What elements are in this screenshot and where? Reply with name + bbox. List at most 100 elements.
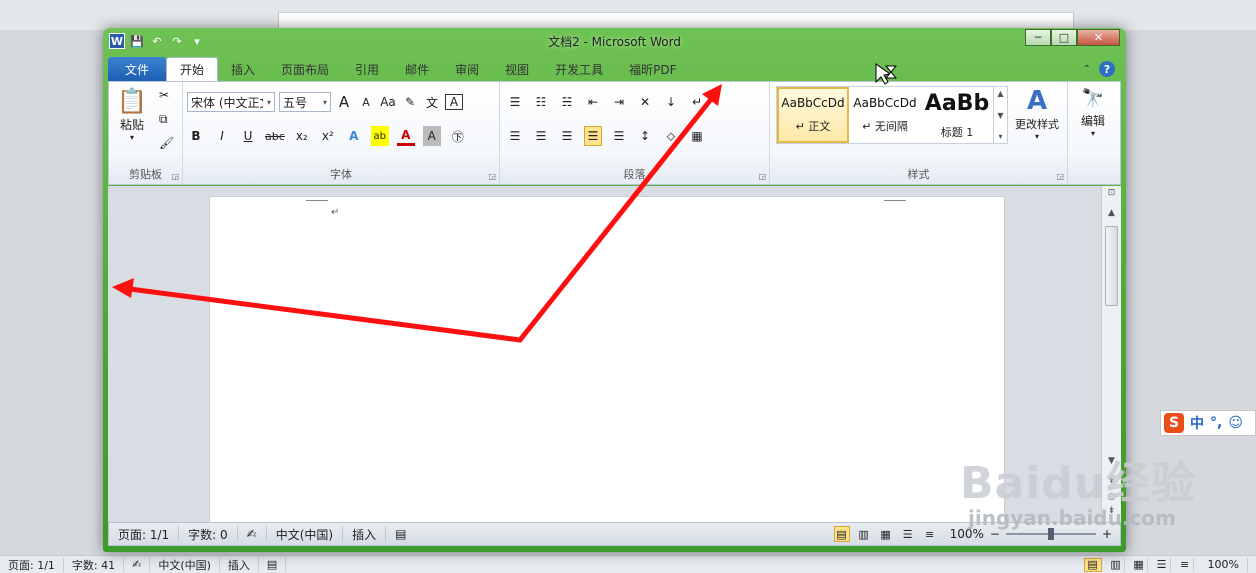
superscript-button[interactable]: x² [319, 126, 337, 146]
line-spacing-icon[interactable]: ↕ [636, 126, 654, 146]
minimize-button[interactable]: ─ [1025, 29, 1051, 46]
cut-icon[interactable]: ✂ [159, 88, 169, 102]
highlight-icon[interactable]: ab [370, 126, 389, 146]
format-painter-icon[interactable]: 🖌 [159, 136, 174, 150]
style-heading-1[interactable]: AaBb 标题 1 [921, 87, 993, 143]
maximize-button[interactable]: □ [1051, 29, 1077, 46]
style-no-spacing[interactable]: AaBbCcDd ↵ 无间隔 [849, 87, 921, 143]
ime-toolbar[interactable]: S 中 °, ☺ [1160, 410, 1256, 436]
tab-mailings[interactable]: 邮件 [392, 57, 442, 81]
increase-indent-icon[interactable]: ⇥ [610, 92, 628, 112]
spellcheck-icon[interactable]: ✍ [238, 526, 267, 542]
document-page[interactable]: ↵ [209, 196, 1005, 522]
sogou-logo-icon[interactable]: S [1164, 413, 1184, 433]
phonetic-guide-icon[interactable]: 文 [423, 92, 441, 112]
paragraph-launcher-icon[interactable]: ◲ [758, 172, 766, 181]
styles-launcher-icon[interactable]: ◲ [1056, 172, 1064, 181]
tab-developer[interactable]: 开发工具 [542, 57, 616, 81]
full-reading-icon[interactable]: ▥ [856, 526, 872, 542]
subscript-button[interactable]: x₂ [293, 126, 311, 146]
align-left-icon[interactable]: ☰ [506, 126, 524, 146]
tab-home[interactable]: 开始 [166, 57, 219, 81]
styles-gallery-scroll[interactable]: ▲ ▼ ▾ [993, 87, 1007, 143]
status-page[interactable]: 页面: 1/1 [109, 526, 180, 542]
grow-font-button[interactable]: A [335, 92, 353, 112]
align-right-icon[interactable]: ☰ [558, 126, 576, 146]
change-case-button[interactable]: Aa [379, 92, 397, 112]
shading-icon[interactable]: ⬦ [662, 126, 680, 146]
italic-button[interactable]: I [213, 126, 231, 146]
editing-button[interactable]: 🔭 编辑 ▾ [1072, 86, 1114, 138]
shrink-font-button[interactable]: A [357, 92, 375, 112]
ime-language[interactable]: 中 [1190, 413, 1204, 433]
chinese-layout-icon[interactable]: ✕ [636, 92, 654, 112]
gallery-up-icon[interactable]: ▲ [997, 89, 1003, 98]
distributed-icon[interactable]: ☰ [610, 126, 628, 146]
tab-file[interactable]: 文件 [108, 57, 166, 81]
style-normal[interactable]: AaBbCcDd ↵ 正文 [777, 87, 849, 143]
ime-punctuation[interactable]: °, [1210, 415, 1222, 431]
gallery-more-icon[interactable]: ▾ [998, 132, 1002, 141]
title-bar[interactable]: W 💾 ↶ ↷ ▾ 文档2 - Microsoft Word ─ □ ✕ [103, 28, 1126, 54]
minimize-ribbon-icon[interactable]: ⌃ [1083, 64, 1091, 75]
scroll-up-icon[interactable]: ▲ [1102, 208, 1121, 218]
bg-status-page[interactable]: 页面: 1/1 [0, 557, 64, 572]
show-marks-icon[interactable]: ↵ [688, 92, 706, 112]
zoom-slider[interactable] [1005, 528, 1096, 540]
bg-reading-icon[interactable]: ▥ [1108, 557, 1125, 572]
character-border-icon[interactable]: A [445, 94, 463, 110]
status-language[interactable]: 中文(中国) [267, 526, 344, 542]
tab-references[interactable]: 引用 [342, 57, 392, 81]
status-mode[interactable]: 插入 [343, 526, 387, 542]
bullets-icon[interactable]: ☰ [506, 92, 524, 112]
bg-draft-icon[interactable]: ≡ [1177, 557, 1194, 572]
tab-view[interactable]: 视图 [492, 57, 542, 81]
multilevel-list-icon[interactable]: ☵ [558, 92, 576, 112]
change-styles-button[interactable]: A 更改样式 ▾ [1010, 86, 1064, 141]
clear-format-icon[interactable]: ✎ [401, 92, 419, 112]
tab-foxit-pdf[interactable]: 福昕PDF [616, 57, 689, 81]
bg-status-language[interactable]: 中文(中国) [150, 557, 220, 572]
font-size-combo[interactable]: 五号 ▾ [279, 92, 331, 112]
scroll-thumb[interactable] [1105, 226, 1118, 306]
tab-page-layout[interactable]: 页面布局 [268, 57, 342, 81]
enclose-character-icon[interactable]: ㊦ [449, 126, 467, 146]
clipboard-launcher-icon[interactable]: ◲ [171, 172, 179, 181]
bg-outline-icon[interactable]: ☰ [1154, 557, 1171, 572]
underline-button[interactable]: U [239, 126, 257, 146]
status-words[interactable]: 字数: 0 [179, 526, 238, 542]
copy-icon[interactable]: ⧉ [159, 112, 168, 127]
tab-review[interactable]: 审阅 [442, 57, 492, 81]
align-center-icon[interactable]: ☰ [532, 126, 550, 146]
bg-web-layout-icon[interactable]: ▦ [1131, 557, 1148, 572]
numbering-icon[interactable]: ☷ [532, 92, 550, 112]
outline-icon[interactable]: ☰ [900, 526, 916, 542]
macro-record-icon[interactable]: ▤ [386, 526, 415, 542]
text-effects-icon[interactable]: A [345, 126, 363, 146]
font-color-icon[interactable]: A [396, 126, 415, 146]
bold-button[interactable]: B [187, 126, 205, 146]
tab-insert[interactable]: 插入 [218, 57, 268, 81]
bg-macro-icon[interactable]: ▤ [259, 557, 287, 572]
draft-icon[interactable]: ≡ [922, 526, 938, 542]
decrease-indent-icon[interactable]: ⇤ [584, 92, 602, 112]
sort-icon[interactable]: ↓ [662, 92, 680, 112]
bg-status-words[interactable]: 字数: 41 [64, 557, 125, 572]
borders-icon[interactable]: ▦ [688, 126, 706, 146]
close-button[interactable]: ✕ [1077, 29, 1120, 46]
bg-zoom-level[interactable]: 100% [1200, 557, 1248, 572]
character-shading-icon[interactable]: A [422, 126, 441, 146]
font-launcher-icon[interactable]: ◲ [488, 172, 496, 181]
bg-print-layout-icon[interactable]: ▤ [1083, 557, 1102, 572]
justify-icon[interactable]: ☰ [584, 126, 602, 146]
paste-button[interactable]: 📋 粘贴 ▾ [115, 86, 149, 142]
web-layout-icon[interactable]: ▦ [878, 526, 894, 542]
ime-emoji-icon[interactable]: ☺ [1228, 415, 1243, 431]
help-icon[interactable]: ? [1099, 61, 1115, 77]
bg-status-mode[interactable]: 插入 [220, 557, 259, 572]
strikethrough-button[interactable]: abc [265, 126, 285, 146]
gallery-down-icon[interactable]: ▼ [997, 111, 1003, 120]
ruler-toggle-icon[interactable]: ⊡ [1102, 188, 1121, 198]
bg-spellcheck-icon[interactable]: ✍ [124, 557, 151, 572]
font-name-combo[interactable]: 宋体 (中文正文 ▾ [187, 92, 275, 112]
